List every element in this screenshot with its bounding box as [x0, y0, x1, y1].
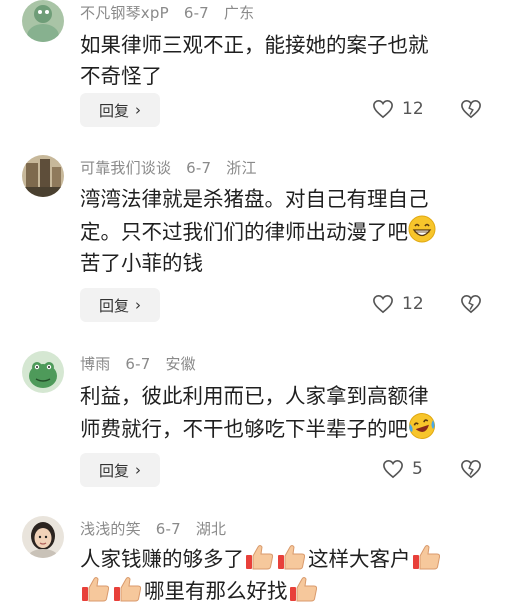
- dislike-button[interactable]: [460, 99, 482, 123]
- broken-heart-icon: [461, 294, 481, 314]
- username[interactable]: 浅浅的笑: [80, 520, 141, 538]
- comment-line: 利益，彼此利用而已，人家拿到高额律: [80, 384, 429, 408]
- like-button[interactable]: 12: [372, 294, 424, 314]
- comment-date: 6-7: [125, 355, 151, 373]
- heart-outline-icon: [373, 99, 393, 119]
- comment-location: 浙江: [226, 159, 257, 177]
- comment-location: 广东: [223, 4, 255, 22]
- comment-location: 湖北: [195, 520, 227, 538]
- heart-outline-icon: [383, 459, 403, 479]
- comment-line: 定。只不过我们们的律师出动漫了吧: [80, 215, 490, 248]
- reply-button[interactable]: 回复 ›: [80, 288, 160, 322]
- comment-date: 6-7: [155, 520, 181, 538]
- dislike-button[interactable]: [460, 459, 482, 483]
- reply-button[interactable]: 回复 ›: [80, 453, 160, 487]
- comment-date: 6-7: [186, 159, 212, 177]
- broken-heart-icon: [461, 99, 481, 119]
- like-count: 12: [402, 294, 424, 314]
- comment-date: 6-7: [183, 4, 209, 22]
- comment-text: 如果律师三观不正，能接她的案子也就 不奇怪了: [80, 30, 490, 92]
- chevron-right-icon: ›: [135, 461, 141, 479]
- comment-text: 湾湾法律就是杀猪盘。对自己有理自己 定。只不过我们们的律师出动漫了吧 苦了小菲的…: [80, 184, 490, 279]
- like-count: 12: [402, 99, 424, 119]
- avatar[interactable]: [22, 0, 64, 42]
- like-button[interactable]: 12: [372, 99, 424, 119]
- comment-line: 哪里有那么好找: [80, 575, 490, 607]
- broken-heart-icon: [461, 459, 481, 479]
- comment-text: 利益，彼此利用而已，人家拿到高额律 师费就行，不干也够吃下半辈子的吧: [80, 381, 490, 445]
- comment-location: 安徽: [165, 355, 196, 373]
- comment-meta: 博雨 6-7 安徽: [80, 353, 206, 374]
- username[interactable]: 博雨: [80, 355, 110, 373]
- avatar[interactable]: [22, 351, 64, 393]
- comment-text: 人家钱赚的够多了 这样大客户 哪里有那么好找: [80, 543, 490, 607]
- comment-line: 湾湾法律就是杀猪盘。对自己有理自己: [80, 187, 429, 211]
- dislike-button[interactable]: [460, 294, 482, 318]
- chevron-right-icon: ›: [135, 101, 141, 119]
- comment-meta: 可靠我们谈谈 6-7 浙江: [80, 157, 267, 178]
- chevron-right-icon: ›: [135, 296, 141, 314]
- avatar[interactable]: [22, 155, 64, 197]
- thumbs-up-emoji-icon: [82, 577, 110, 602]
- laughing-tears-emoji-icon: [409, 413, 435, 439]
- thumbs-up-emoji-icon: [278, 545, 306, 570]
- heart-outline-icon: [373, 294, 393, 314]
- comment-meta: 不凡钢琴xpP 6-7 广东: [80, 2, 264, 23]
- thumbs-up-emoji-icon: [289, 577, 317, 602]
- reply-button[interactable]: 回复 ›: [80, 93, 160, 127]
- comment-line: 不奇怪了: [80, 64, 162, 88]
- comment-line: 师费就行，不干也够吃下半辈子的吧: [80, 412, 490, 445]
- grin-emoji-icon: [408, 215, 436, 243]
- thumbs-up-emoji-icon: [412, 545, 440, 570]
- reply-label: 回复: [98, 461, 129, 480]
- thumbs-up-emoji-icon: [246, 545, 274, 570]
- username[interactable]: 不凡钢琴xpP: [80, 4, 169, 22]
- comment-line: 人家钱赚的够多了 这样大客户: [80, 543, 490, 575]
- comment-line: 如果律师三观不正，能接她的案子也就: [80, 33, 429, 57]
- like-button[interactable]: 5: [382, 459, 423, 479]
- comment-line: 苦了小菲的钱: [80, 251, 203, 275]
- avatar[interactable]: [22, 516, 64, 558]
- username[interactable]: 可靠我们谈谈: [80, 159, 171, 177]
- like-count: 5: [412, 459, 423, 479]
- reply-label: 回复: [98, 101, 129, 120]
- comment-meta: 浅浅的笑 6-7 湖北: [80, 518, 236, 539]
- thumbs-up-emoji-icon: [114, 577, 142, 602]
- reply-label: 回复: [98, 296, 129, 315]
